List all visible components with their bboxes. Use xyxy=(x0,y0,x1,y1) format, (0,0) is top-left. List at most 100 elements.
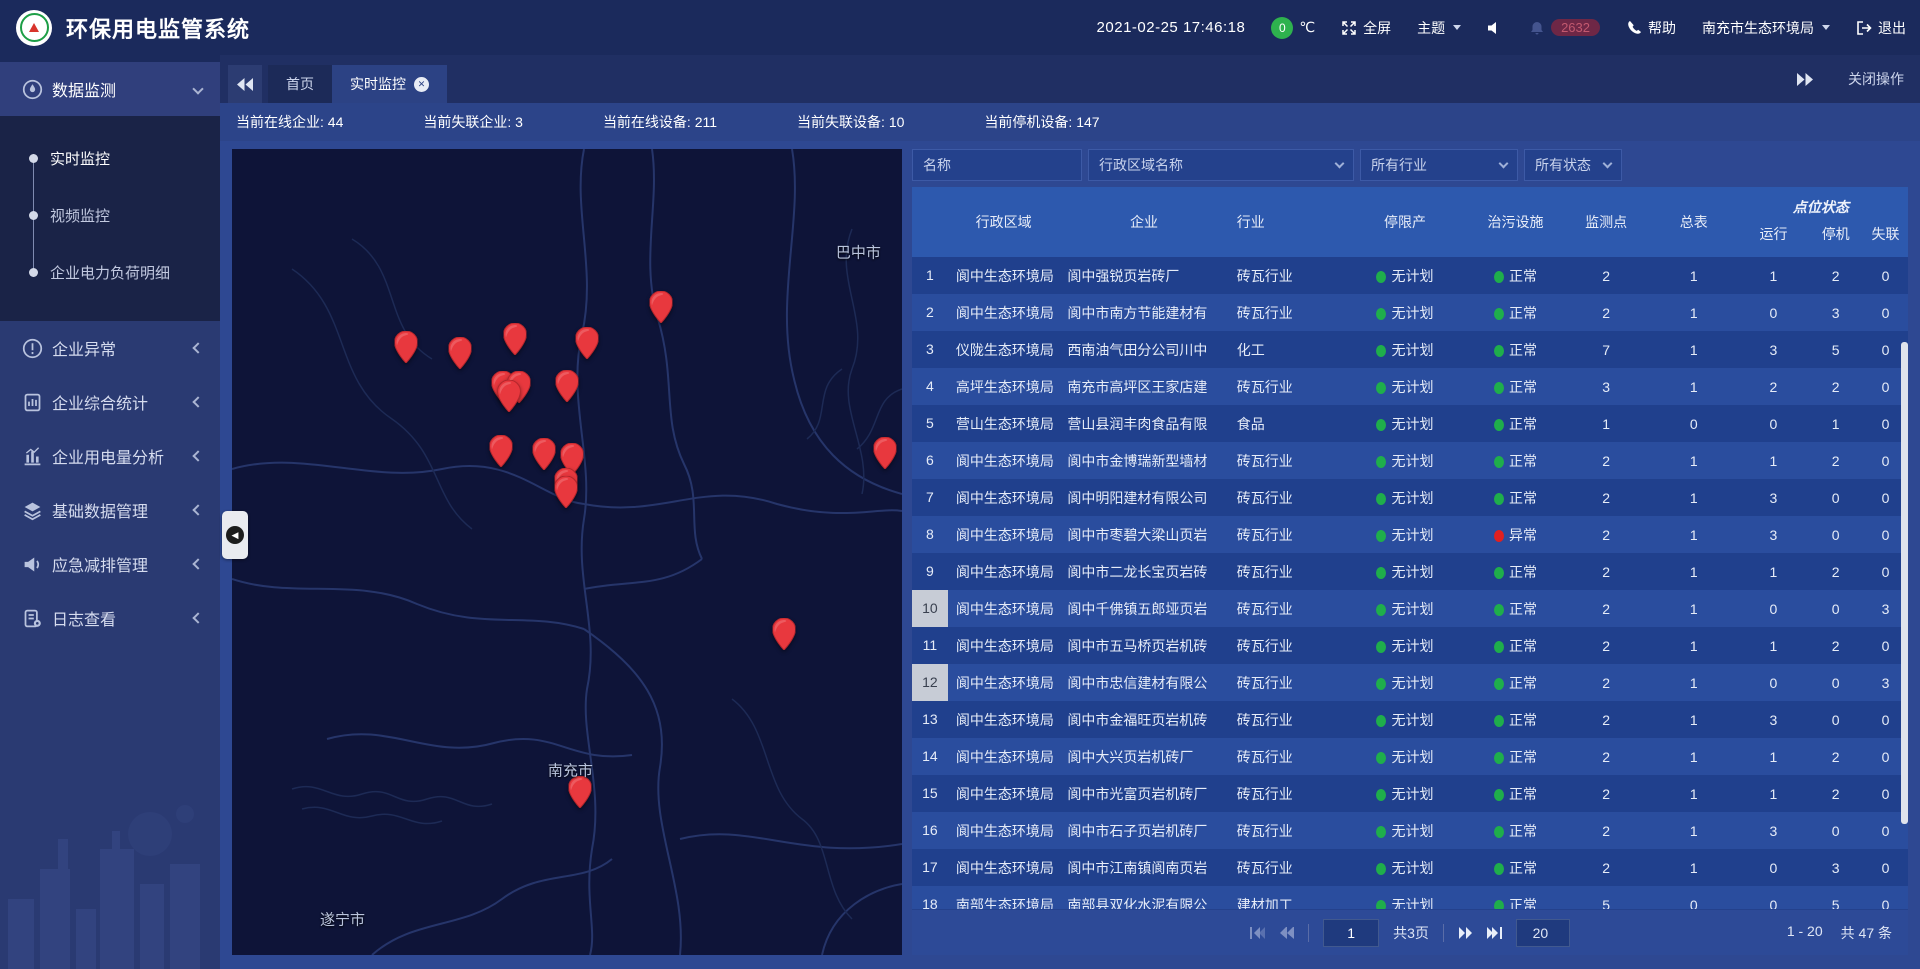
table-row[interactable]: 15 阆中生态环境局 阆中市光富页岩机砖厂 砖瓦行业 无计划 正常 2 1 1 … xyxy=(912,775,1908,812)
last-page-button[interactable] xyxy=(1487,927,1502,939)
map-pin-icon[interactable] xyxy=(650,291,673,323)
logout-button[interactable]: 退出 xyxy=(1856,18,1906,38)
sidebar-item-数据监测[interactable]: 数据监测 xyxy=(0,62,220,116)
table-row[interactable]: 14 阆中生态环境局 阆中大兴页岩机砖厂 砖瓦行业 无计划 正常 2 1 1 2… xyxy=(912,738,1908,775)
table-row[interactable]: 4 高坪生态环境局 南充市高坪区王家店建 砖瓦行业 无计划 正常 3 1 2 2… xyxy=(912,368,1908,405)
col-industry: 行业 xyxy=(1229,187,1343,257)
industry-filter-select[interactable]: 所有行业 xyxy=(1360,149,1518,181)
map-pin-icon[interactable] xyxy=(497,380,520,412)
table-row[interactable]: 6 阆中生态环境局 阆中市金博瑞新型墙材 砖瓦行业 无计划 正常 2 1 1 2… xyxy=(912,442,1908,479)
map-panel[interactable]: 巴中市南充市遂宁市 ◀ xyxy=(232,149,902,955)
cell-industry: 砖瓦行业 xyxy=(1229,266,1343,286)
map-pin-icon[interactable] xyxy=(490,435,513,467)
sidebar-item-日志查看[interactable]: 日志查看 xyxy=(0,591,220,645)
cell-production: 无计划 xyxy=(1342,525,1467,545)
sidebar-subitem-视频监控[interactable]: 视频监控 xyxy=(0,187,220,244)
map-pin-icon[interactable] xyxy=(576,327,599,359)
map-pin-icon[interactable] xyxy=(504,323,527,355)
org-dropdown[interactable]: 南充市生态环境局 xyxy=(1702,18,1830,38)
sidebar-item-label: 日志查看 xyxy=(52,606,194,630)
sidebar-item-企业异常[interactable]: 企业异常 xyxy=(0,321,220,375)
first-page-button[interactable] xyxy=(1250,927,1265,939)
table-row[interactable]: 18 南部生态环境局 南部县双化水泥有限公 建材加工 无计划 正常 5 0 0 … xyxy=(912,886,1908,909)
sidebar-item-基础数据管理[interactable]: 基础数据管理 xyxy=(0,483,220,537)
sidebar-item-企业综合统计[interactable]: 企业综合统计 xyxy=(0,375,220,429)
table-row[interactable]: 11 阆中生态环境局 阆中市五马桥页岩机砖 砖瓦行业 无计划 正常 2 1 1 … xyxy=(912,627,1908,664)
map-pin-icon[interactable] xyxy=(395,331,418,363)
cell-region: 阆中生态环境局 xyxy=(948,858,1060,878)
table-row[interactable]: 5 营山生态环境局 营山县润丰肉食品有限 食品 无计划 正常 1 0 0 1 0 xyxy=(912,405,1908,442)
cell-monitor: 2 xyxy=(1563,490,1649,506)
sidebar-item-企业用电量分析[interactable]: 企业用电量分析 xyxy=(0,429,220,483)
map-pin-icon[interactable] xyxy=(556,370,579,402)
map-pin-icon[interactable] xyxy=(448,337,471,369)
table-row[interactable]: 2 阆中生态环境局 阆中市南方节能建材有 砖瓦行业 无计划 正常 2 1 0 3… xyxy=(912,294,1908,331)
cell-run: 1 xyxy=(1739,453,1809,469)
table-row[interactable]: 7 阆中生态环境局 阆中明阳建材有限公司 砖瓦行业 无计划 正常 2 1 3 0… xyxy=(912,479,1908,516)
temperature-unit: ℃ xyxy=(1299,19,1315,36)
map-pin-icon[interactable] xyxy=(532,438,555,470)
map-pin-icon[interactable] xyxy=(773,618,796,650)
tab-home[interactable]: 首页 xyxy=(268,65,332,103)
cell-company: 阆中市光富页岩机砖厂 xyxy=(1059,784,1228,804)
tabs-scroll-right-button[interactable] xyxy=(1796,73,1814,86)
close-operations-button[interactable]: 关闭操作 xyxy=(1848,69,1904,89)
sidebar-subitem-企业电力负荷明细[interactable]: 企业电力负荷明细 xyxy=(0,244,220,301)
cell-industry: 砖瓦行业 xyxy=(1229,562,1343,582)
cell-region: 阆中生态环境局 xyxy=(948,784,1060,804)
table-row[interactable]: 9 阆中生态环境局 阆中市二龙长宝页岩砖 砖瓦行业 无计划 正常 2 1 1 2… xyxy=(912,553,1908,590)
table-scrollbar-thumb[interactable] xyxy=(1901,342,1908,824)
table-row[interactable]: 8 阆中生态环境局 阆中市枣碧大梁山页岩 砖瓦行业 无计划 异常 2 1 3 0… xyxy=(912,516,1908,553)
map-pin-icon[interactable] xyxy=(568,776,591,808)
table-row[interactable]: 10 阆中生态环境局 阆中千佛镇五郎垭页岩 砖瓦行业 无计划 正常 2 1 0 … xyxy=(912,590,1908,627)
chevron-icon xyxy=(192,558,203,569)
status-filter-select[interactable]: 所有状态 xyxy=(1524,149,1622,181)
cell-industry: 砖瓦行业 xyxy=(1229,710,1343,730)
map-pin-icon[interactable] xyxy=(874,437,897,469)
status-item: 当前失联设备: 10 xyxy=(797,112,904,132)
sidebar-item-应急减排管理[interactable]: 应急减排管理 xyxy=(0,537,220,591)
cell-meter: 1 xyxy=(1649,749,1739,765)
cell-monitor: 2 xyxy=(1563,712,1649,728)
region-filter-select[interactable]: 行政区域名称 xyxy=(1088,149,1354,181)
cell-industry: 砖瓦行业 xyxy=(1229,784,1343,804)
cell-monitor: 2 xyxy=(1563,453,1649,469)
prev-page-button[interactable] xyxy=(1279,927,1294,939)
help-button[interactable]: 帮助 xyxy=(1626,18,1676,38)
row-number: 3 xyxy=(912,331,948,368)
sidebar-item-label: 企业异常 xyxy=(52,336,194,360)
status-dot-icon xyxy=(1494,789,1504,801)
sidebar-subitem-实时监控[interactable]: 实时监控 xyxy=(0,130,220,187)
tab-realtime-monitor[interactable]: 实时监控 ✕ xyxy=(332,65,447,103)
table-row[interactable]: 17 阆中生态环境局 阆中市江南镇阆南页岩 砖瓦行业 无计划 正常 2 1 0 … xyxy=(912,849,1908,886)
mute-button[interactable] xyxy=(1487,20,1503,36)
status-dot-icon xyxy=(1494,345,1504,357)
tab-close-icon[interactable]: ✕ xyxy=(414,77,429,92)
name-filter-input[interactable] xyxy=(912,149,1082,181)
table-row[interactable]: 12 阆中生态环境局 阆中市忠信建材有限公 砖瓦行业 无计划 正常 2 1 0 … xyxy=(912,664,1908,701)
cell-region: 阆中生态环境局 xyxy=(948,266,1060,286)
map-collapse-button[interactable]: ◀ xyxy=(222,511,248,559)
table-row[interactable]: 16 阆中生态环境局 阆中市石子页岩机砖厂 砖瓦行业 无计划 正常 2 1 3 … xyxy=(912,812,1908,849)
cell-production: 无计划 xyxy=(1342,858,1467,878)
table-row[interactable]: 1 阆中生态环境局 阆中强锐页岩砖厂 砖瓦行业 无计划 正常 2 1 1 2 0 xyxy=(912,257,1908,294)
cell-company: 阆中市枣碧大梁山页岩 xyxy=(1059,525,1228,545)
cell-run: 3 xyxy=(1739,342,1809,358)
map-pin-icon[interactable] xyxy=(554,476,577,508)
fullscreen-button[interactable]: 全屏 xyxy=(1341,18,1391,38)
table-row[interactable]: 3 仪陇生态环境局 西南油气田分公司川中 化工 无计划 正常 7 1 3 5 0 xyxy=(912,331,1908,368)
cell-company: 南充市高坪区王家店建 xyxy=(1059,377,1228,397)
cell-monitor: 5 xyxy=(1563,897,1649,910)
notifications-button[interactable]: 2632 xyxy=(1529,19,1600,36)
app-logo-icon xyxy=(16,10,52,46)
cell-region: 阆中生态环境局 xyxy=(948,451,1060,471)
table-row[interactable]: 13 阆中生态环境局 阆中市金福旺页岩机砖 砖瓦行业 无计划 正常 2 1 3 … xyxy=(912,701,1908,738)
page-number-input[interactable] xyxy=(1323,919,1379,947)
status-dot-icon xyxy=(1376,456,1386,468)
cell-company: 阆中市二龙长宝页岩砖 xyxy=(1059,562,1228,582)
theme-dropdown[interactable]: 主题 xyxy=(1417,18,1461,38)
page-size-select[interactable]: 20 xyxy=(1516,919,1570,947)
next-page-button[interactable] xyxy=(1458,927,1473,939)
tabs-scroll-left-button[interactable] xyxy=(228,65,262,103)
cell-production: 无计划 xyxy=(1342,710,1467,730)
